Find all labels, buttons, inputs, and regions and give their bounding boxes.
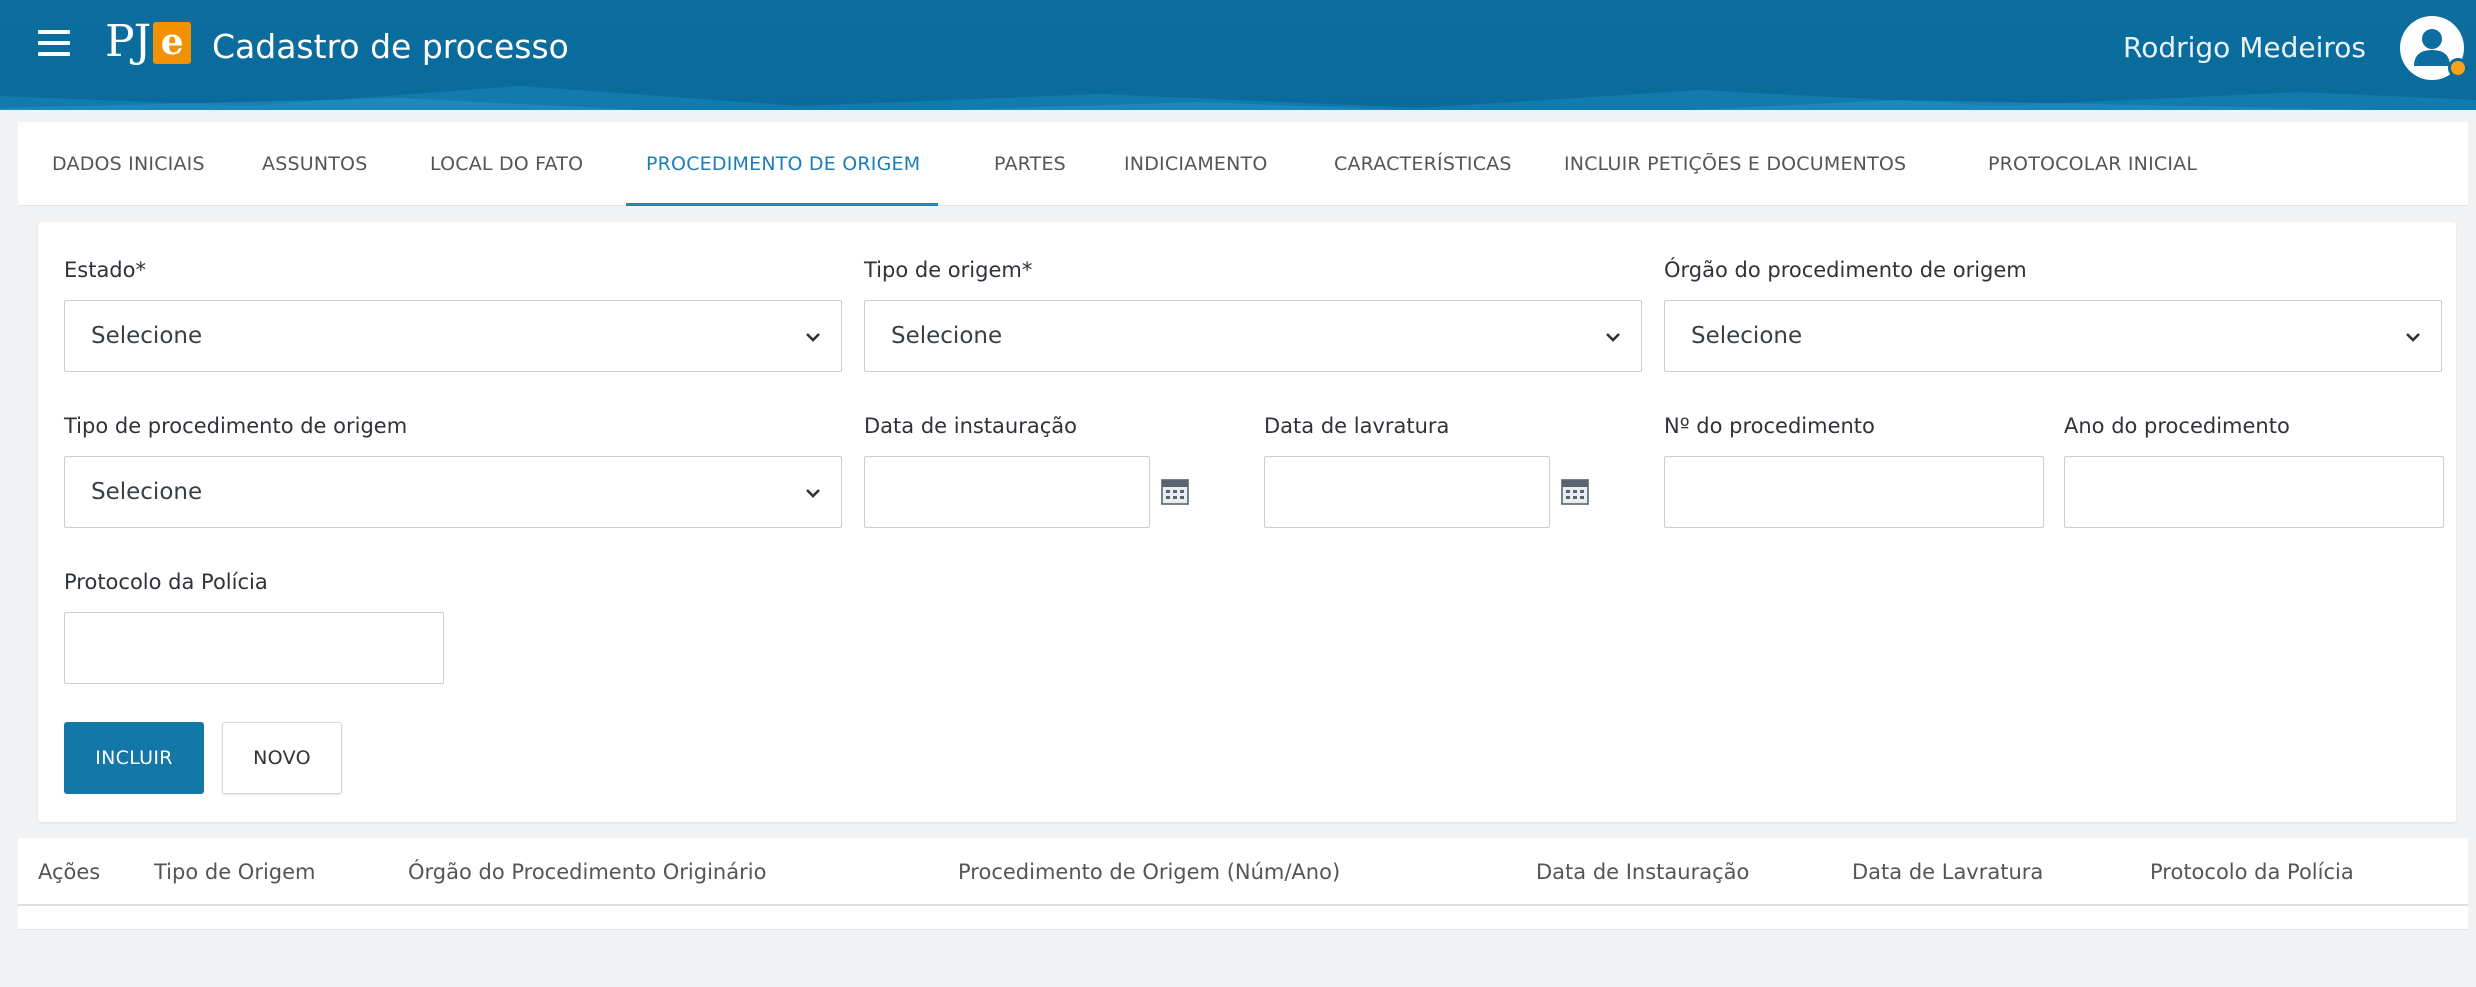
tab-dados-iniciais[interactable]: DADOS INICIAIS bbox=[52, 122, 205, 206]
tipo-procedimento-select-value: Selecione bbox=[91, 479, 203, 505]
tab-assuntos[interactable]: ASSUNTOS bbox=[262, 122, 367, 206]
column-header-orgao[interactable]: Órgão do Procedimento Originário bbox=[408, 838, 766, 906]
header-wave-decoration bbox=[0, 86, 2476, 110]
numero-procedimento-label: Nº do procedimento bbox=[1664, 414, 1875, 438]
user-avatar-icon[interactable] bbox=[2400, 16, 2468, 80]
wizard-tabs: DADOS INICIAIS ASSUNTOS LOCAL DO FATO PR… bbox=[18, 122, 2468, 206]
orgao-select-value: Selecione bbox=[1691, 323, 1803, 349]
calendar-icon[interactable] bbox=[1560, 476, 1590, 506]
logo-text: PJ bbox=[105, 16, 151, 67]
data-lavratura-label: Data de lavratura bbox=[1264, 414, 1450, 438]
tipo-procedimento-label: Tipo de procedimento de origem bbox=[64, 414, 408, 438]
column-header-tipo-origem[interactable]: Tipo de Origem bbox=[154, 838, 316, 906]
data-instauracao-input[interactable] bbox=[864, 456, 1150, 528]
ano-procedimento-input[interactable] bbox=[2064, 456, 2444, 528]
top-bar: PJ e Cadastro de processo Rodrigo Medeir… bbox=[0, 0, 2476, 110]
logo-letter: e bbox=[153, 22, 192, 64]
tab-local-do-fato[interactable]: LOCAL DO FATO bbox=[430, 122, 583, 206]
page-title: Cadastro de processo bbox=[212, 27, 569, 66]
tab-incluir-peticoes-e-documentos[interactable]: INCLUIR PETIÇÕES E DOCUMENTOS bbox=[1564, 122, 1906, 206]
estado-select[interactable]: Selecione bbox=[64, 300, 842, 372]
incluir-button[interactable]: INCLUIR bbox=[64, 722, 204, 794]
column-header-acoes: Ações bbox=[38, 860, 101, 884]
tab-indiciamento[interactable]: INDICIAMENTO bbox=[1124, 122, 1268, 206]
procedimentos-table: Ações Tipo de Origem Órgão do Procedimen… bbox=[18, 838, 2468, 930]
numero-procedimento-input[interactable] bbox=[1664, 456, 2044, 528]
protocolo-policia-label: Protocolo da Polícia bbox=[64, 570, 268, 594]
estado-label: Estado* bbox=[64, 258, 146, 282]
pje-logo[interactable]: PJ e bbox=[105, 16, 192, 68]
tipo-procedimento-select[interactable]: Selecione bbox=[64, 456, 842, 528]
page: PJ e Cadastro de processo Rodrigo Medeir… bbox=[0, 0, 2476, 987]
tipo-origem-label: Tipo de origem* bbox=[864, 258, 1033, 282]
protocolo-policia-input[interactable] bbox=[64, 612, 444, 684]
tipo-origem-select[interactable]: Selecione bbox=[864, 300, 1642, 372]
chevron-down-icon bbox=[2406, 333, 2420, 342]
chevron-down-icon bbox=[1606, 333, 1620, 342]
orgao-label: Órgão do procedimento de origem bbox=[1664, 258, 2027, 282]
novo-button[interactable]: NOVO bbox=[222, 722, 342, 794]
status-dot bbox=[2448, 58, 2468, 78]
column-header-data-lavratura[interactable]: Data de Lavratura bbox=[1852, 838, 2043, 906]
user-name[interactable]: Rodrigo Medeiros bbox=[2123, 28, 2366, 68]
ano-procedimento-label: Ano do procedimento bbox=[2064, 414, 2290, 438]
tab-partes[interactable]: PARTES bbox=[994, 122, 1066, 206]
column-header-data-instauracao[interactable]: Data de Instauração bbox=[1536, 838, 1749, 906]
hamburger-menu-icon[interactable] bbox=[38, 30, 70, 56]
table-header-row: Ações Tipo de Origem Órgão do Procedimen… bbox=[18, 838, 2468, 906]
person-icon bbox=[2414, 29, 2450, 66]
data-lavratura-input[interactable] bbox=[1264, 456, 1550, 528]
chevron-down-icon bbox=[806, 489, 820, 498]
estado-select-value: Selecione bbox=[91, 323, 203, 349]
column-header-protocolo[interactable]: Protocolo da Polícia bbox=[2150, 838, 2354, 906]
tab-caracteristicas[interactable]: CARACTERÍSTICAS bbox=[1334, 122, 1512, 206]
procedimento-origem-form: Estado* Selecione Tipo de origem* Seleci… bbox=[38, 222, 2456, 822]
orgao-select[interactable]: Selecione bbox=[1664, 300, 2442, 372]
tab-procedimento-de-origem[interactable]: PROCEDIMENTO DE ORIGEM bbox=[625, 122, 939, 206]
chevron-down-icon bbox=[806, 333, 820, 342]
tab-protocolar-inicial[interactable]: PROTOCOLAR INICIAL bbox=[1988, 122, 2197, 206]
calendar-icon[interactable] bbox=[1160, 476, 1190, 506]
column-header-procedimento[interactable]: Procedimento de Origem (Núm/Ano) bbox=[958, 838, 1340, 906]
tipo-origem-select-value: Selecione bbox=[891, 323, 1003, 349]
data-instauracao-label: Data de instauração bbox=[864, 414, 1078, 438]
